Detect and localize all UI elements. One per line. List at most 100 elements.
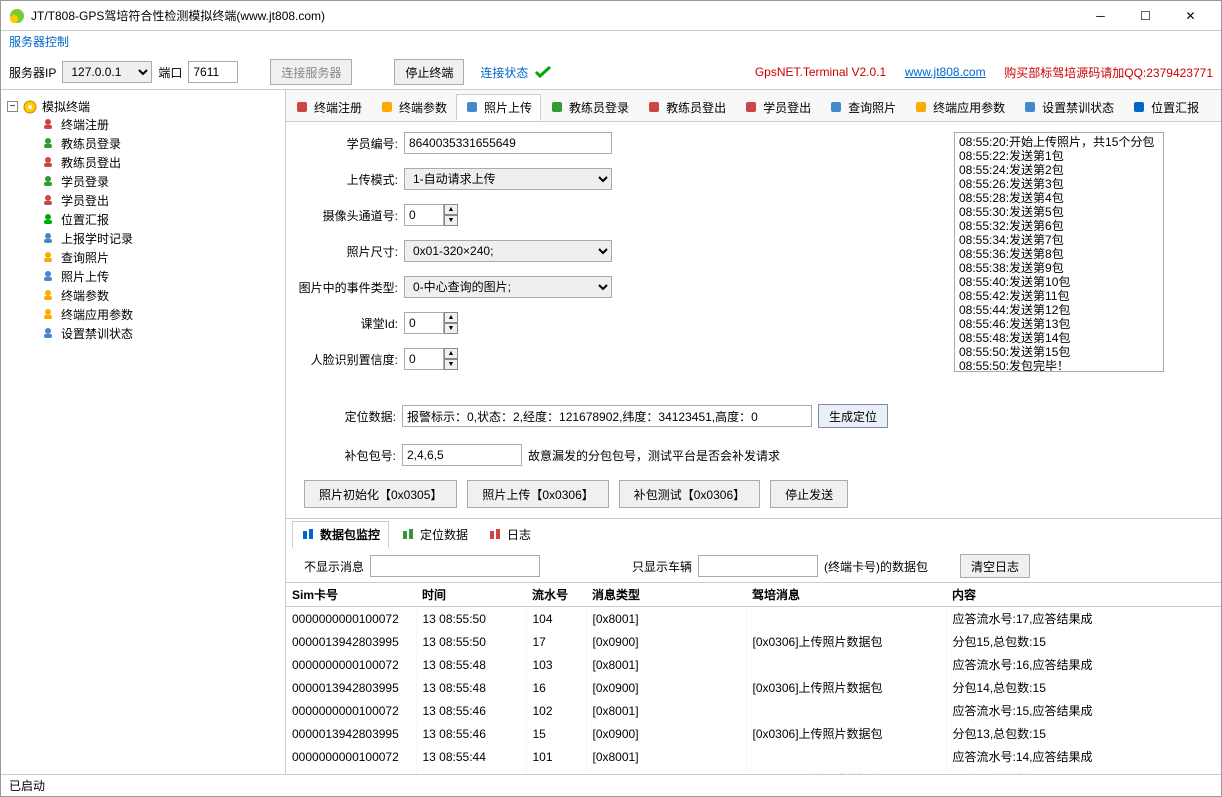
table-row[interactable]: 000001394280399513 08:55:4615[0x0900][0x… [286,722,1221,745]
grid-header[interactable]: 流水号 [526,583,586,607]
table-cell: 分包15,总包数:15 [946,630,1221,653]
face-conf-spinner[interactable]: ▲▼ [444,348,458,370]
log-line: 08:55:36:发送第8包 [959,247,1159,261]
table-cell [746,653,946,676]
tree-item[interactable]: 终端参数 [7,286,279,305]
maximize-button[interactable]: ☐ [1123,2,1168,30]
tree-item[interactable]: 设置禁训状态 [7,324,279,343]
only-vehicle-label: 只显示车辆 [632,558,692,575]
face-conf-input[interactable] [404,348,444,370]
loc-data-label: 定位数据: [326,408,396,425]
lesson-id-input[interactable] [404,312,444,334]
table-cell: 应答流水号:15,应答结果成 [946,699,1221,722]
tree-item[interactable]: 查询照片 [7,248,279,267]
table-row[interactable]: 000000000010007213 08:55:44101[0x8001]应答… [286,745,1221,768]
hide-msg-input[interactable] [370,555,540,577]
tab[interactable]: 终端参数 [371,94,456,121]
tree-item[interactable]: 教练员登出 [7,153,279,172]
table-cell: 应答流水号:17,应答结果成 [946,607,1221,631]
server-ip-input[interactable]: 127.0.0.1 [62,61,152,83]
tab[interactable]: 位置汇报 [1123,94,1208,121]
close-button[interactable]: ✕ [1168,2,1213,30]
event-type-select[interactable]: 0-中心查询的图片; [404,276,612,298]
tree-item[interactable]: 终端应用参数 [7,305,279,324]
table-cell: [0x0306]上传照片数据包 [746,722,946,745]
tab[interactable]: 终端注册 [286,94,371,121]
table-row[interactable]: 000000000010007213 08:55:46102[0x8001]应答… [286,699,1221,722]
purchase-label: 购买部标驾培源码请加QQ:2379423771 [1004,64,1213,81]
supplement-label: 补包包号: [326,447,396,464]
table-cell [746,699,946,722]
brand-label: GpsNET.Terminal V2.0.1 [755,65,886,79]
log-line: 08:55:24:发送第2包 [959,163,1159,177]
table-cell: 13 08:55:46 [416,722,526,745]
tree-item[interactable]: 照片上传 [7,267,279,286]
tree-item[interactable]: 学员登出 [7,191,279,210]
table-row[interactable]: 000001394280399513 08:55:5017[0x0900][0x… [286,630,1221,653]
generate-location-button[interactable]: 生成定位 [818,404,888,428]
photo-size-select[interactable]: 0x01-320×240; [404,240,612,262]
supplement-input[interactable] [402,444,522,466]
tab[interactable]: 教练员登录 [541,94,638,121]
bottom-tab[interactable]: 定位数据 [393,521,476,548]
tree-item[interactable]: 学员登录 [7,172,279,191]
tree-item[interactable]: 终端注册 [7,115,279,134]
tab[interactable]: 终端应用参数 [905,94,1014,121]
table-cell: 应答流水号:14,应答结果成 [946,745,1221,768]
tree-item-label: 终端参数 [61,287,109,304]
log-line: 08:55:50:发送第15包 [959,345,1159,359]
grid-header[interactable]: 内容 [946,583,1221,607]
tab[interactable]: 查询照片 [820,94,905,121]
bottom-tab[interactable]: 日志 [480,521,539,548]
stop-terminal-button[interactable]: 停止终端 [394,59,464,85]
tab[interactable]: 学员登出 [735,94,820,121]
port-input[interactable] [188,61,238,83]
tab[interactable]: 教练员登出 [638,94,735,121]
minimize-button[interactable]: ─ [1078,2,1123,30]
tab[interactable]: 设置禁训状态 [1014,94,1123,121]
only-vehicle-input[interactable] [698,555,818,577]
packet-grid[interactable]: Sim卡号时间流水号消息类型驾培消息内容 000000000010007213 … [286,582,1221,774]
student-no-input[interactable] [404,132,612,154]
loc-data-input[interactable] [402,405,812,427]
table-cell: 分包14,总包数:15 [946,676,1221,699]
photo-upload-form: 学员编号: 上传模式:1-自动请求上传 摄像头通道号:▲▼ 照片尺寸:0x01-… [286,122,1221,394]
log-line: 08:55:20:开始上传照片，共15个分包 [959,135,1159,149]
log-line: 08:55:48:发送第14包 [959,331,1159,345]
upload-mode-select[interactable]: 1-自动请求上传 [404,168,612,190]
photo-init-button[interactable]: 照片初始化【0x0305】 [304,480,457,508]
gear-icon [22,99,38,115]
clear-log-button[interactable]: 清空日志 [960,554,1030,578]
tree-item[interactable]: 位置汇报 [7,210,279,229]
supplement-test-button[interactable]: 补包测试【0x0306】 [619,480,760,508]
camera-channel-input[interactable] [404,204,444,226]
tab-icon [380,100,396,116]
table-row[interactable]: 000000000010007213 08:55:48103[0x8001]应答… [286,653,1221,676]
grid-header[interactable]: 时间 [416,583,526,607]
collapse-icon[interactable]: − [7,101,18,112]
connect-server-button[interactable]: 连接服务器 [270,59,352,85]
tree-item[interactable]: 教练员登录 [7,134,279,153]
grid-header[interactable]: Sim卡号 [286,583,416,607]
status-text: 已启动 [9,779,45,793]
lesson-id-spinner[interactable]: ▲▼ [444,312,458,334]
tab-icon [829,100,845,116]
grid-header[interactable]: 驾培消息 [746,583,946,607]
table-cell: 101 [526,745,586,768]
photo-upload-button[interactable]: 照片上传【0x0306】 [467,480,608,508]
tree-item[interactable]: 上报学时记录 [7,229,279,248]
tab[interactable]: 照片上传 [456,94,541,121]
check-icon [534,65,552,79]
bottom-tab[interactable]: 数据包监控 [292,521,389,548]
nav-tree[interactable]: − 模拟终端 终端注册教练员登录教练员登出学员登录学员登出位置汇报上报学时记录查… [1,90,286,774]
camera-channel-spinner[interactable]: ▲▼ [444,204,458,226]
table-row[interactable]: 000001394280399513 08:55:4816[0x0900][0x… [286,676,1221,699]
stop-send-button[interactable]: 停止发送 [770,480,848,508]
tree-item-icon [41,193,57,209]
table-row[interactable]: 000000000010007213 08:55:50104[0x8001]应答… [286,607,1221,631]
grid-header[interactable]: 消息类型 [586,583,746,607]
menu-server-control[interactable]: 服务器控制 [9,35,69,49]
site-link[interactable]: www.jt808.com [905,65,986,79]
upload-log[interactable]: 08:55:20:开始上传照片，共15个分包08:55:22:发送第1包08:5… [954,132,1164,372]
tree-item-label: 上报学时记录 [61,230,133,247]
